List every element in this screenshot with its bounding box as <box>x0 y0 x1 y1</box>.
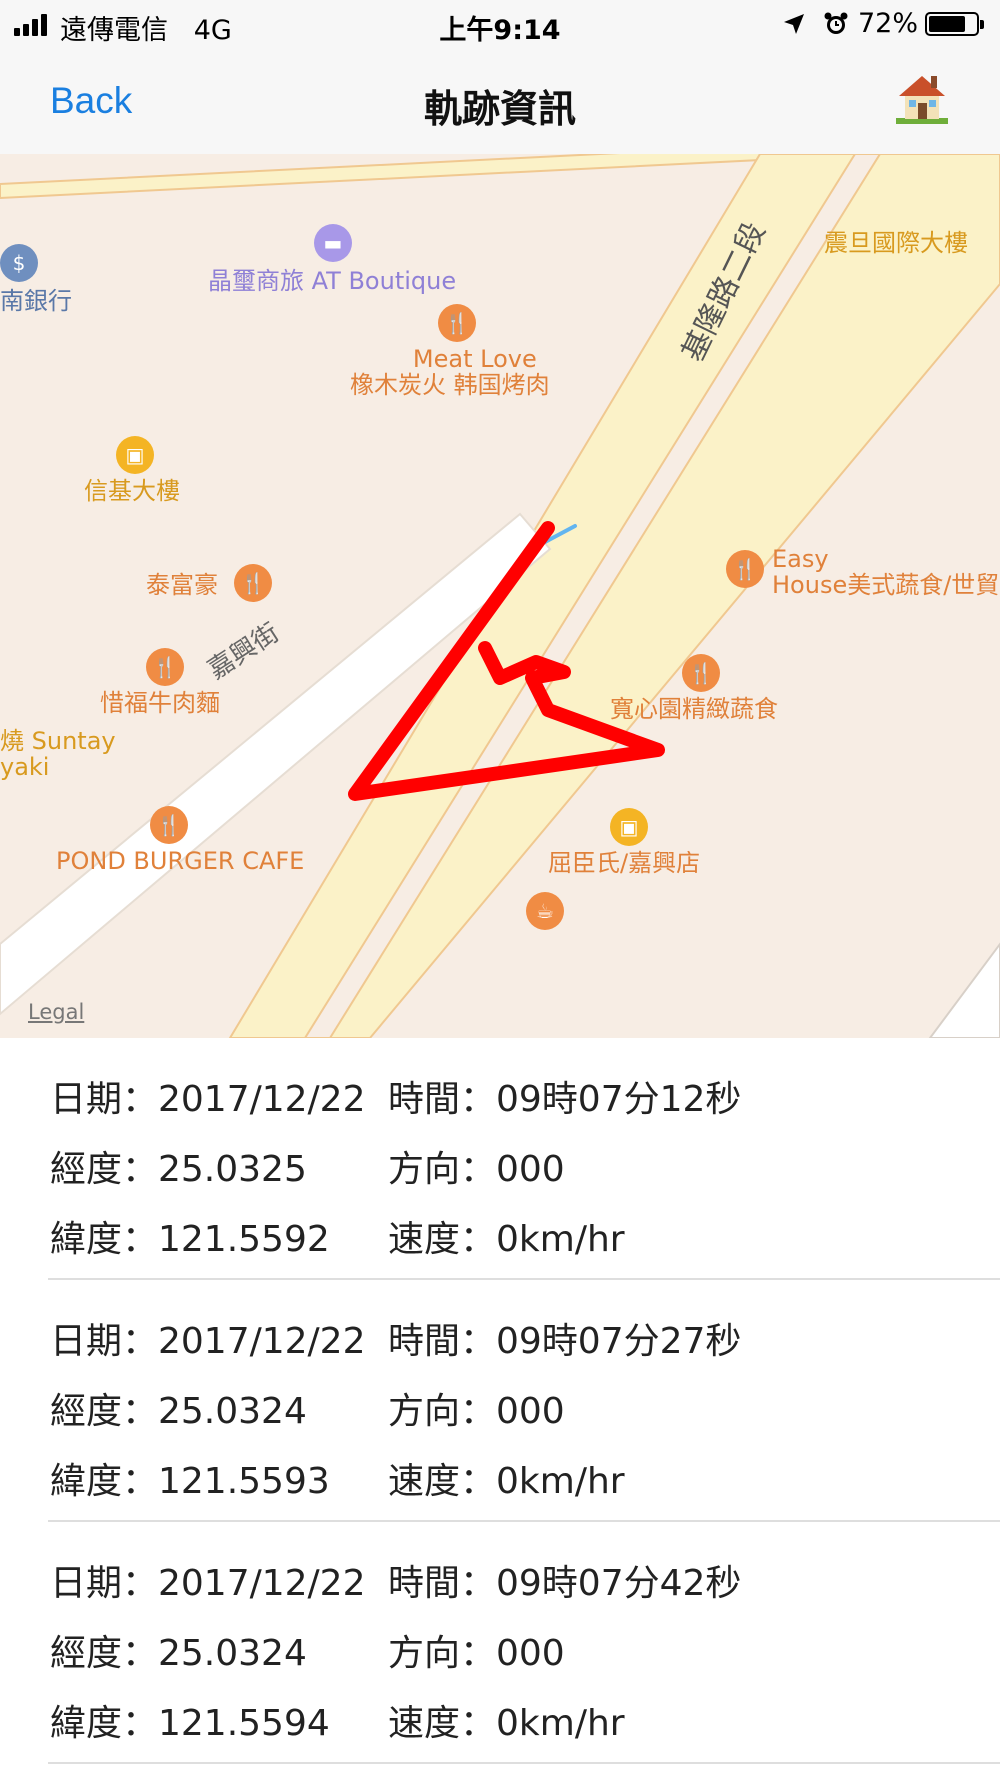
restaurant-icon[interactable]: 🍴 <box>726 550 764 588</box>
date-value: 日期：2017/12/22 <box>50 1079 366 1120</box>
map-view[interactable]: $ 南銀行 ▬ 晶璽商旅 AT Boutique 震旦國際大樓 基隆路二段 🍴 … <box>0 154 1000 1038</box>
restaurant-icon[interactable]: 🍴 <box>682 654 720 692</box>
restaurant-icon[interactable]: 🍴 <box>234 564 272 602</box>
latitude-value: 緯度：121.5592 <box>50 1219 330 1260</box>
date-value: 日期：2017/12/22 <box>50 1563 366 1604</box>
cafe-icon[interactable]: ☕ <box>526 892 564 930</box>
restaurant-icon[interactable]: 🍴 <box>150 806 188 844</box>
shopping-bag-icon[interactable]: ▣ <box>610 808 648 846</box>
latitude-value: 緯度：121.5593 <box>50 1461 330 1502</box>
speed-value: 速度：0km/hr <box>388 1703 625 1744</box>
restaurant-icon[interactable]: 🍴 <box>438 304 476 342</box>
time-value: 時間：09時07分27秒 <box>388 1321 742 1362</box>
shopping-bag-icon[interactable]: ▣ <box>116 436 154 474</box>
list-item[interactable]: 日期：2017/12/22 時間：09時07分27秒 經度：25.0324 方向… <box>0 1280 1000 1522</box>
date-value: 日期：2017/12/22 <box>50 1321 366 1362</box>
time-value: 時間：09時07分12秒 <box>388 1079 742 1120</box>
suntay-label: 燒 Suntay yaki <box>0 727 116 781</box>
speed-value: 速度：0km/hr <box>388 1461 625 1502</box>
status-bar: 遠傳電信 4G 上午9:14 72% <box>0 0 1000 50</box>
home-icon[interactable] <box>896 72 948 124</box>
alarm-clock-icon <box>824 12 848 34</box>
direction-value: 方向：000 <box>388 1149 565 1190</box>
latitude-value: 緯度：121.5594 <box>50 1703 330 1744</box>
xinji-label: 信基大樓 <box>84 477 180 505</box>
bank-icon[interactable]: $ <box>0 244 38 282</box>
battery-percent: 72% <box>858 8 919 39</box>
list-item[interactable]: 日期：2017/12/22 時間：09時07分12秒 經度：25.0325 方向… <box>0 1038 1000 1280</box>
page-title: 軌跡資訊 <box>423 87 576 131</box>
hotel-icon[interactable]: ▬ <box>314 224 352 262</box>
legal-link[interactable]: Legal <box>28 1000 84 1024</box>
taifuhao-label: 泰富豪 <box>146 571 218 599</box>
speed-value: 速度：0km/hr <box>388 1219 625 1260</box>
list-item[interactable]: 日期：2017/12/22 時間：09時07分42秒 經度：25.0324 方向… <box>0 1522 1000 1764</box>
kuanxin-label: 寬心園精緻蔬食 <box>610 695 778 723</box>
time-value: 時間：09時07分42秒 <box>388 1563 742 1604</box>
track-records-list: 日期：2017/12/22 時間：09時07分12秒 經度：25.0325 方向… <box>0 1038 1000 1764</box>
pond-burger-label: POND BURGER CAFE <box>56 847 305 875</box>
battery-icon <box>925 12 984 36</box>
direction-value: 方向：000 <box>388 1633 565 1674</box>
navigation-bar: Back 軌跡資訊 <box>0 50 1000 154</box>
watsons-label: 屈臣氏/嘉興店 <box>548 849 701 877</box>
hotel-label: 晶璽商旅 AT Boutique <box>208 267 457 295</box>
easy-house-label: Easy House美式蔬食/世貿 <box>772 545 1000 599</box>
bank-label: 南銀行 <box>0 287 72 315</box>
divider <box>48 1762 1000 1764</box>
restaurant-icon[interactable]: 🍴 <box>146 648 184 686</box>
status-time: 上午9:14 <box>439 15 561 46</box>
xifu-label: 惜福牛肉麵 <box>100 689 220 717</box>
longitude-value: 經度：25.0325 <box>50 1149 307 1190</box>
longitude-value: 經度：25.0324 <box>50 1633 307 1674</box>
meat-love-label: Meat Love 橡木炭火 韩国烤肉 <box>350 345 550 399</box>
direction-value: 方向：000 <box>388 1391 565 1432</box>
longitude-value: 經度：25.0324 <box>50 1391 307 1432</box>
location-arrow-icon <box>784 14 804 34</box>
tower-label: 震旦國際大樓 <box>824 229 968 257</box>
